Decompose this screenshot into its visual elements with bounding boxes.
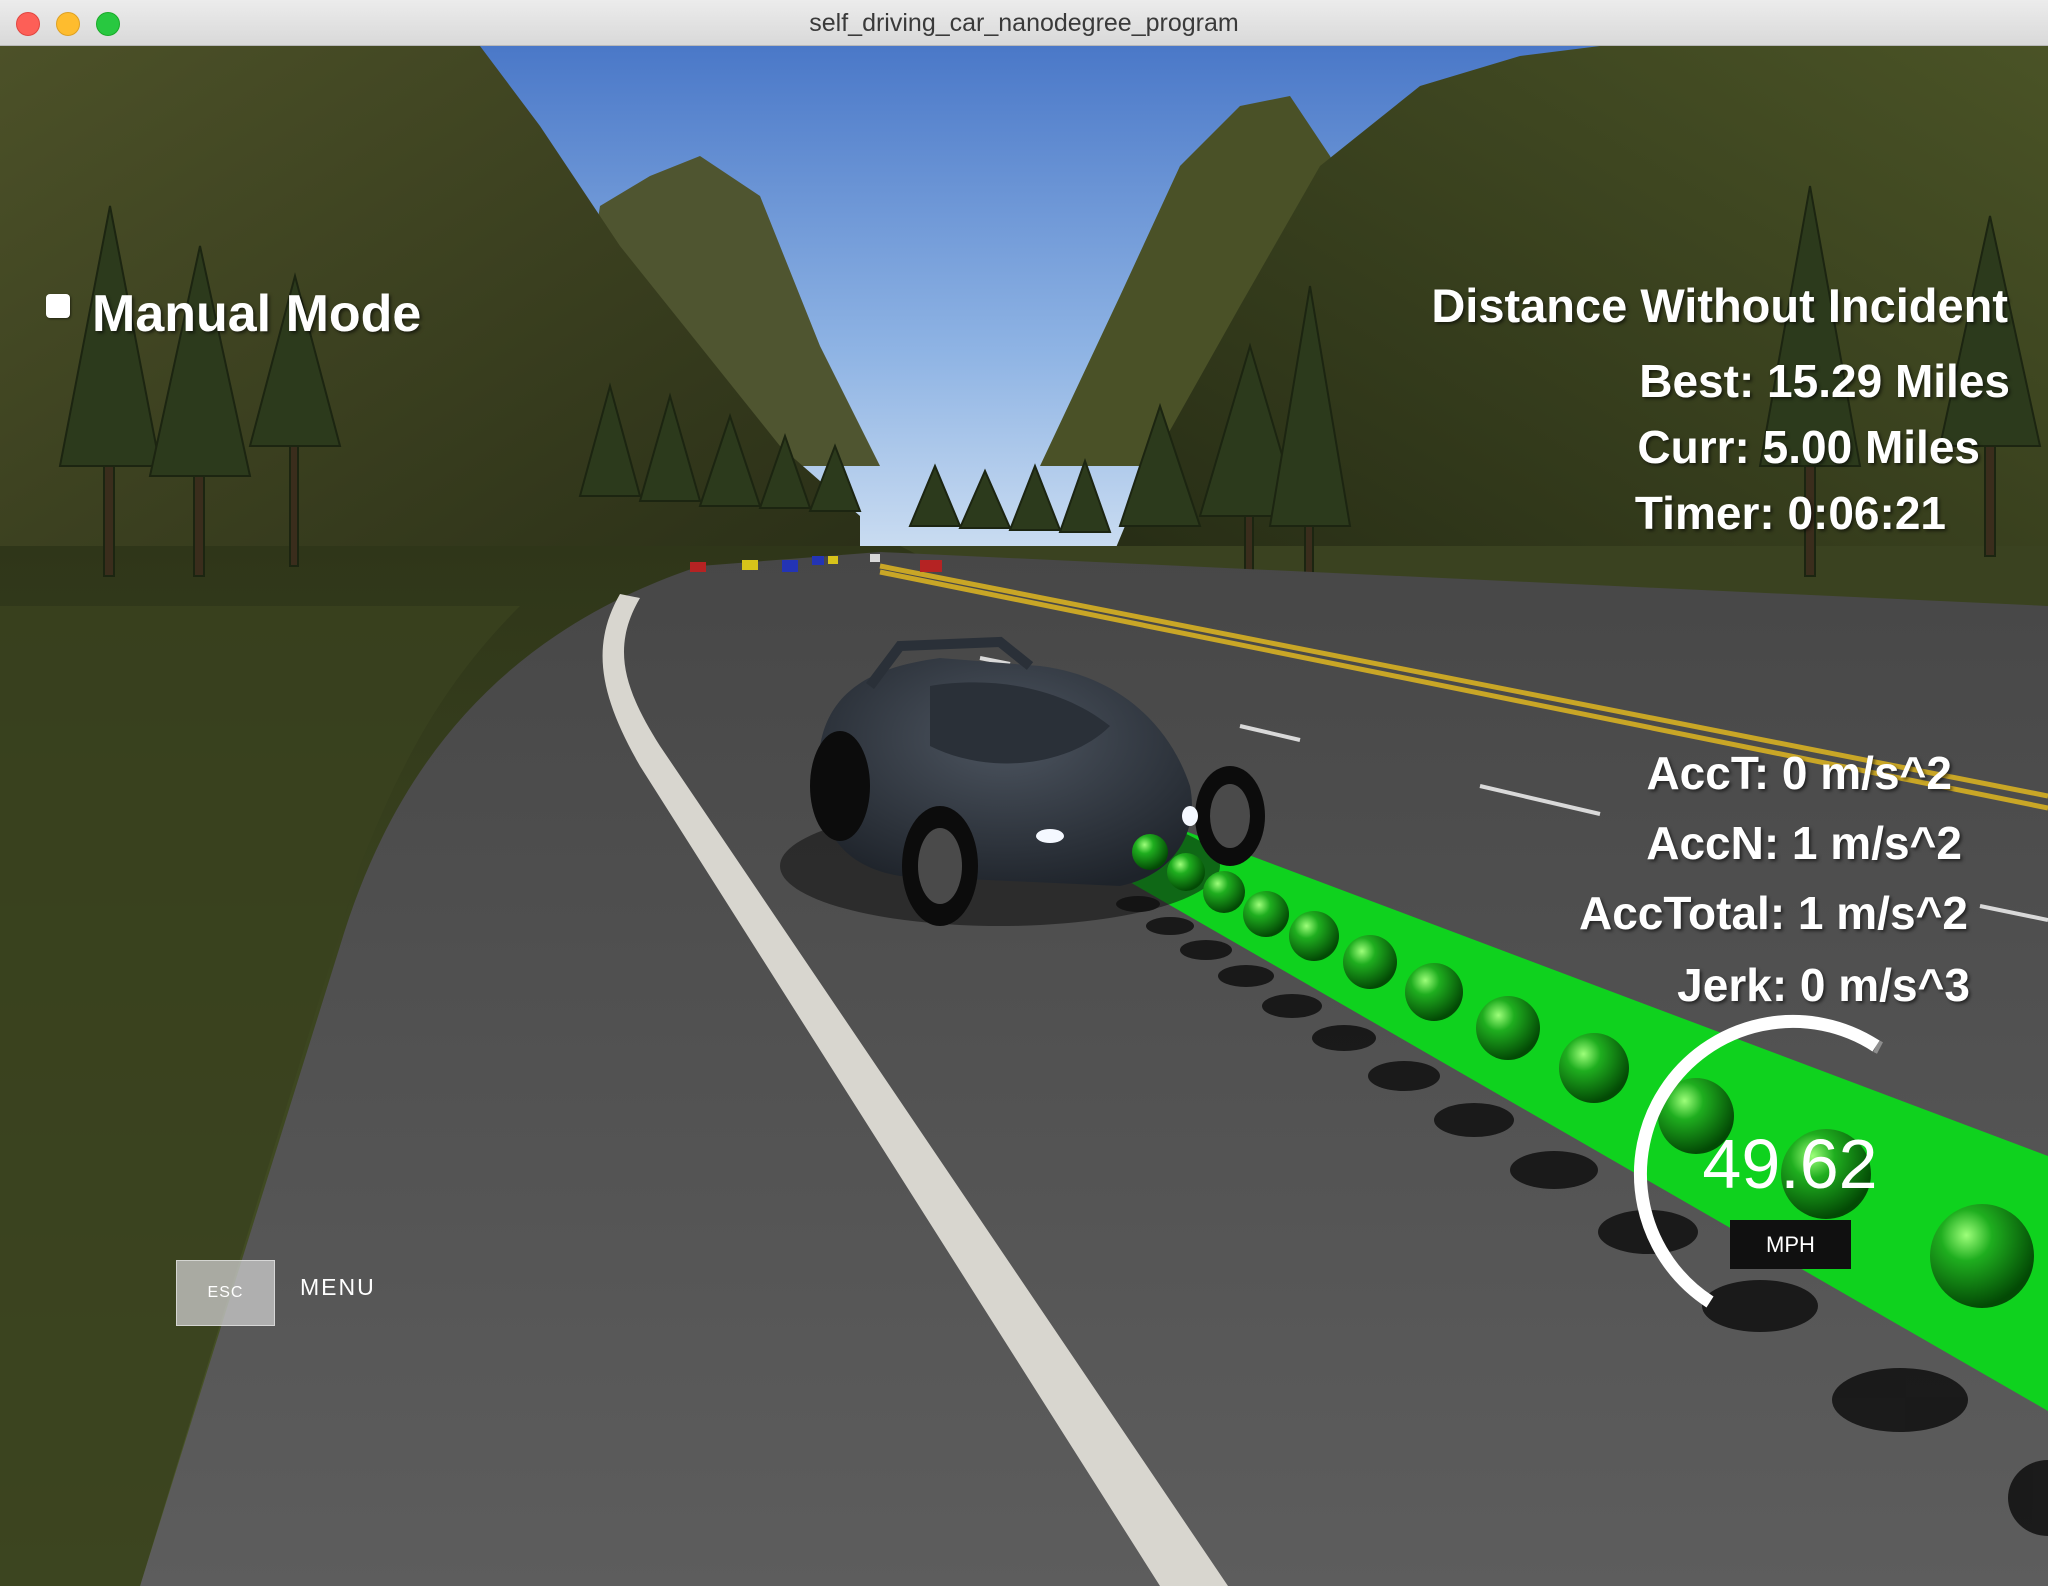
manual-mode-label: Manual Mode [92,285,422,343]
simulator-window: self_driving_car_nanodegree_program Manu… [0,0,2048,1586]
acc-total: AccTotal: 1 m/s^2 [1578,887,1968,939]
simulator-viewport: Manual Mode Distance Without Incident Be… [0,46,2048,1586]
best-distance: Best: 15.29 Miles [1639,355,2010,407]
timer: Timer: 0:06:21 [1634,487,1946,539]
esc-key-button[interactable]: ESC [176,1260,275,1326]
current-distance: Curr: 5.00 Miles [1637,421,1980,473]
jerk: Jerk: 0 m/s^3 [1677,959,1970,1011]
speed-value: 49.62 [1702,1125,1878,1203]
title-bar: self_driving_car_nanodegree_program [0,0,2048,46]
acc-tangential: AccT: 0 m/s^2 [1646,747,1952,799]
window-title: self_driving_car_nanodegree_program [809,9,1239,37]
acc-normal: AccN: 1 m/s^2 [1646,817,1962,869]
distance-title: Distance Without Incident [1431,279,2008,332]
manual-mode-checkbox[interactable] [46,294,70,318]
menu-label[interactable]: MENU [300,1274,376,1301]
speed-unit: MPH [1730,1220,1851,1269]
